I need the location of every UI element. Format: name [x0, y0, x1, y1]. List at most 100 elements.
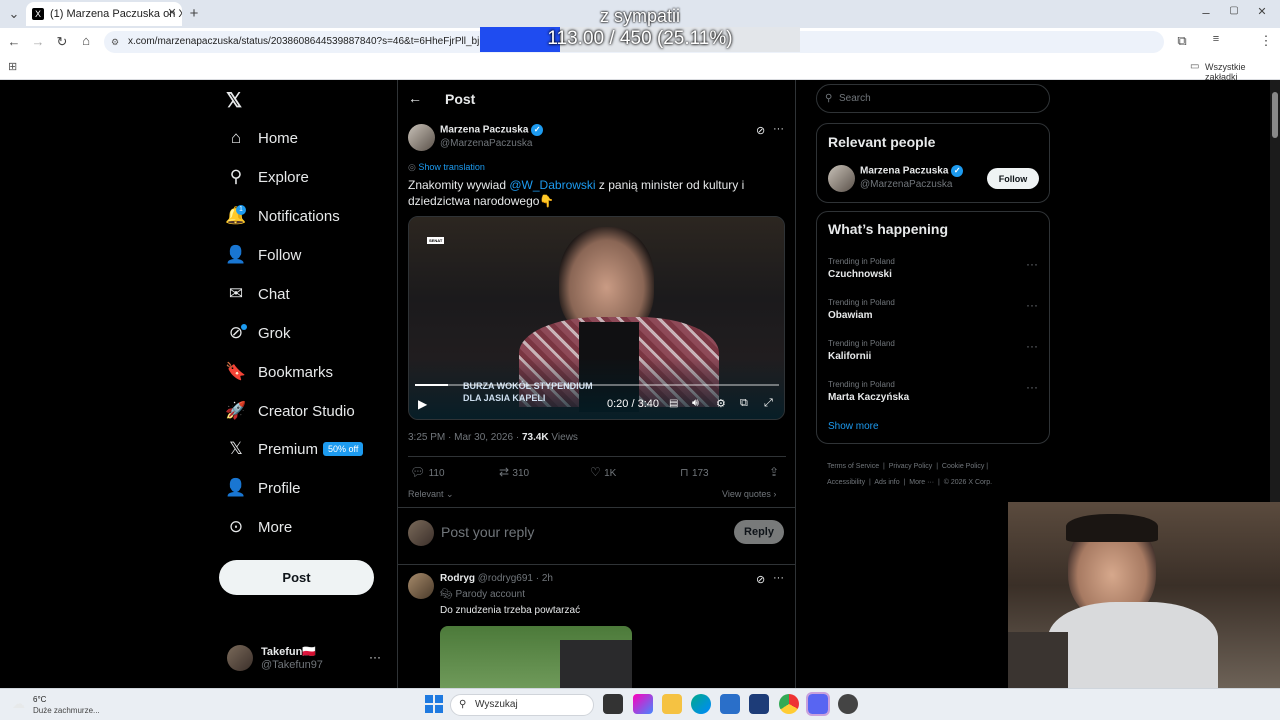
show-translation-link[interactable]: ◎ Show translation — [408, 162, 485, 173]
trend-item[interactable]: Marta Kaczyńska — [828, 392, 909, 403]
follow-button[interactable]: Follow — [987, 168, 1039, 189]
store-icon[interactable] — [749, 694, 769, 714]
sort-dropdown[interactable]: Relevant ⌄ — [408, 489, 454, 500]
reload-icon[interactable]: ↻ — [52, 34, 72, 50]
sidebar-item-bookmarks[interactable]: 🔖 Bookmarks — [225, 359, 333, 385]
grok-dot-indicator — [241, 324, 247, 330]
copilot-icon[interactable] — [633, 694, 653, 714]
scrollbar-thumb[interactable] — [1272, 92, 1278, 138]
trend-item[interactable]: Czuchnowski — [828, 269, 892, 280]
back-icon[interactable]: ← — [4, 34, 24, 49]
task-view-icon[interactable] — [603, 694, 623, 714]
video-seekbar[interactable] — [415, 384, 779, 386]
reply-more-icon[interactable]: ··· — [773, 572, 784, 584]
taskbar-search[interactable]: ⚲ Wyszukaj — [450, 694, 594, 716]
windows-start-icon[interactable] — [425, 695, 443, 713]
person-name-row[interactable]: Marzena Paczuska ✓ — [860, 165, 964, 177]
chrome-icon[interactable] — [779, 694, 799, 714]
weather-cloud-icon[interactable]: ☁ — [12, 696, 25, 712]
ads-info-link[interactable]: Ads info — [874, 479, 899, 486]
settings-gear-icon[interactable]: ⚙ — [716, 397, 726, 410]
sidebar-item-grok[interactable]: ⊘ Grok — [226, 320, 291, 346]
footer-more-link[interactable]: More ··· — [909, 479, 934, 486]
account-more-icon[interactable]: ··· — [369, 650, 381, 664]
obs-icon[interactable] — [838, 694, 858, 714]
post-more-icon[interactable]: ··· — [773, 123, 784, 135]
all-bookmarks-link[interactable]: Wszystkie zakładki — [1205, 62, 1280, 82]
extensions-icon[interactable]: ⧉ — [1172, 33, 1192, 49]
volume-icon[interactable]: 🔊︎ — [692, 397, 699, 410]
reply-author-row[interactable]: Rodryg @rodryg691 · 2h — [440, 573, 553, 584]
repost-action[interactable]: ⇄ 310 — [499, 465, 529, 479]
pip-icon[interactable]: ⧉ — [740, 397, 748, 410]
media-icon[interactable]: ≡ — [1206, 33, 1226, 45]
bookmark-action[interactable]: ⊓ 173 — [680, 465, 709, 479]
privacy-link[interactable]: Privacy Policy — [889, 463, 933, 470]
tab-search-icon[interactable]: ⌄ — [4, 6, 24, 22]
sidebar-item-explore[interactable]: ⚲ Explore — [226, 164, 309, 190]
trend-more-icon[interactable]: ··· — [1026, 257, 1038, 271]
accessibility-link[interactable]: Accessibility — [827, 479, 865, 486]
back-arrow-icon[interactable]: ← — [408, 90, 422, 106]
video-player[interactable]: SENAT BURZA WOKÓŁ STYPENDIUM DLA JASIA K… — [408, 216, 785, 420]
sidebar-item-follow[interactable]: 👤 Follow — [225, 242, 302, 268]
sidebar-item-home[interactable]: ⌂ Home — [226, 125, 298, 151]
browser-menu-icon[interactable]: ⋮ — [1256, 33, 1276, 49]
captions-icon[interactable]: ▤ — [669, 398, 678, 409]
discord-icon[interactable] — [806, 692, 830, 716]
post-meta: 3:25 PM · Mar 30, 2026 · 73.4K Views — [408, 432, 578, 443]
sidebar-item-label: Follow — [258, 246, 302, 264]
show-more-link[interactable]: Show more — [828, 421, 879, 432]
maximize-icon[interactable]: ▢ — [1224, 5, 1244, 16]
sidebar-item-more[interactable]: ⊙ More — [226, 514, 292, 540]
sidebar-item-profile[interactable]: 👤 Profile — [225, 475, 300, 501]
terms-link[interactable]: Terms of Service — [827, 463, 879, 470]
grok-analyze-icon[interactable]: ⊘ — [756, 124, 765, 137]
post-button[interactable]: Post — [219, 560, 374, 595]
reply-action[interactable]: 💬︎ 110 — [410, 465, 445, 479]
search-input[interactable]: ⚲ Search — [816, 84, 1050, 113]
reply-media-image[interactable] — [440, 626, 632, 688]
reply-button[interactable]: Reply — [734, 520, 784, 544]
cookie-link[interactable]: Cookie Policy — [942, 463, 984, 470]
home-browser-icon[interactable]: ⌂ — [76, 33, 96, 48]
window-close-icon[interactable]: ✕ — [1252, 5, 1272, 18]
site-info-icon[interactable]: ⚙ — [111, 31, 119, 53]
sidebar-item-creator-studio[interactable]: 🚀 Creator Studio — [225, 398, 354, 424]
edge-icon[interactable] — [691, 694, 711, 714]
x-logo-icon[interactable]: 𝕏 — [226, 88, 242, 113]
fullscreen-icon[interactable]: ⤢ — [764, 397, 773, 410]
person-avatar[interactable] — [828, 165, 855, 192]
share-icon[interactable]: ⇪ — [769, 465, 779, 479]
browser-tab[interactable]: X(1) Marzena Paczuska on X: "Zn — [26, 2, 182, 26]
bookmark-outline-icon: ⊓ — [680, 467, 689, 479]
tab-close-icon[interactable]: ✕ — [162, 6, 182, 19]
outlook-icon[interactable] — [720, 694, 740, 714]
trend-more-icon[interactable]: ··· — [1026, 380, 1038, 394]
author-handle[interactable]: @MarzenaPaczuska — [440, 138, 532, 149]
author-name-row[interactable]: Marzena Paczuska ✓ — [440, 124, 544, 136]
trend-item[interactable]: Kalifornii — [828, 351, 871, 362]
author-avatar[interactable] — [408, 124, 435, 151]
like-action[interactable]: ♡ 1K — [590, 465, 616, 479]
play-icon[interactable]: ▶ — [418, 397, 427, 411]
mention-link[interactable]: @W_Dabrowski — [509, 178, 595, 192]
minimize-icon[interactable]: – — [1196, 5, 1216, 20]
view-quotes-link[interactable]: View quotes › — [722, 489, 776, 499]
apps-grid-icon[interactable]: ⊞ — [8, 60, 17, 73]
file-explorer-icon[interactable] — [662, 694, 682, 714]
trend-more-icon[interactable]: ··· — [1026, 298, 1038, 312]
trend-more-icon[interactable]: ··· — [1026, 339, 1038, 353]
divider — [408, 456, 786, 457]
webcam-streamer-hair — [1066, 514, 1158, 542]
sidebar-item-premium[interactable]: 𝕏 Premium — [226, 436, 318, 462]
reply-grok-icon[interactable]: ⊘ — [756, 573, 765, 586]
forward-icon[interactable]: → — [28, 34, 48, 49]
sidebar-item-chat[interactable]: ✉ Chat — [226, 281, 290, 307]
reply-input[interactable]: Post your reply — [441, 524, 534, 540]
account-switcher[interactable]: Takefun🇵🇱 @Takefun97 ··· — [219, 640, 389, 680]
trend-item[interactable]: Obawiam — [828, 310, 872, 321]
post-timestamp[interactable]: 3:25 PM · Mar 30, 2026 · — [408, 432, 522, 443]
reply-author-avatar[interactable] — [408, 573, 434, 599]
new-tab-icon[interactable]: + — [184, 5, 204, 22]
